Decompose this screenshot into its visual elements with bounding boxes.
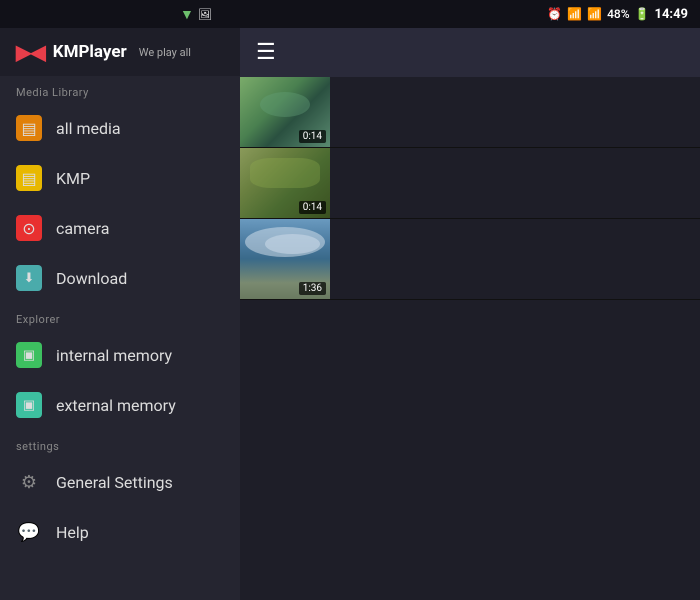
- sidebar-item-kmp[interactable]: ▤ KMP: [0, 153, 240, 203]
- video-item[interactable]: 1:36: [240, 219, 700, 300]
- download-icon: ⬇: [16, 265, 42, 291]
- internal-memory-icon: ▣: [16, 342, 42, 368]
- app-tagline: We play all: [139, 46, 191, 59]
- alarm-icon: ⏰: [547, 7, 562, 21]
- camera-label: camera: [56, 219, 224, 238]
- general-settings-icon: ⚙: [16, 469, 42, 495]
- sidebar-item-download[interactable]: ⬇ Download: [0, 253, 240, 303]
- wifi-icon: ▼: [180, 6, 194, 23]
- image-icon: 🖼: [198, 8, 212, 21]
- sidebar-item-all-media[interactable]: ▤ all media: [0, 103, 240, 153]
- help-icon: 💬: [16, 519, 42, 545]
- kmp-icon: ▤: [16, 165, 42, 191]
- clock: 14:49: [655, 7, 689, 22]
- status-bar: ▼ 🖼 ⏰ 📶 📶 48% 🔋 14:49: [0, 0, 700, 28]
- internal-memory-label: internal memory: [56, 346, 224, 365]
- sidebar-item-camera[interactable]: ⊙ camera: [0, 203, 240, 253]
- sidebar-item-general-settings[interactable]: ⚙ General Settings: [0, 457, 240, 507]
- all-media-label: all media: [56, 119, 224, 138]
- download-label: Download: [56, 269, 224, 288]
- help-label: Help: [56, 523, 224, 542]
- video-thumbnail: 0:14: [240, 77, 330, 147]
- status-left-icons: ▼ 🖼: [0, 6, 212, 23]
- settings-label: settings: [0, 430, 240, 457]
- hamburger-button[interactable]: ☰: [256, 40, 276, 65]
- sidebar-item-external-memory[interactable]: ▣ external memory: [0, 380, 240, 430]
- app-name: KMPlayer: [53, 42, 127, 62]
- sidebar: ▶◀ KMPlayer We play all Media Library ▤ …: [0, 28, 240, 600]
- wifi-signal-icon: 📶: [567, 7, 582, 21]
- toolbar: ☰: [240, 28, 700, 77]
- video-item[interactable]: 0:14: [240, 148, 700, 219]
- logo-icon: ▶◀: [16, 40, 45, 64]
- general-settings-label: General Settings: [56, 473, 224, 492]
- video-duration: 0:14: [299, 130, 326, 143]
- main-layout: ▶◀ KMPlayer We play all Media Library ▤ …: [0, 28, 700, 600]
- battery-percent: 48%: [607, 7, 629, 21]
- right-panel: ☰ 0:14 0:14 1:36: [240, 28, 700, 600]
- all-media-icon: ▤: [16, 115, 42, 141]
- video-duration: 1:36: [299, 282, 326, 295]
- explorer-label: Explorer: [0, 303, 240, 330]
- external-memory-label: external memory: [56, 396, 224, 415]
- battery-icon: 🔋: [635, 7, 650, 21]
- cellular-icon: 📶: [587, 7, 602, 21]
- sidebar-item-help[interactable]: 💬 Help: [0, 507, 240, 557]
- video-list: 0:14 0:14 1:36: [240, 77, 700, 600]
- video-thumbnail: 1:36: [240, 219, 330, 299]
- video-item[interactable]: 0:14: [240, 77, 700, 148]
- external-memory-icon: ▣: [16, 392, 42, 418]
- media-library-label: Media Library: [0, 76, 240, 103]
- sidebar-item-internal-memory[interactable]: ▣ internal memory: [0, 330, 240, 380]
- app-header: ▶◀ KMPlayer We play all: [0, 28, 240, 76]
- camera-icon: ⊙: [16, 215, 42, 241]
- kmp-label: KMP: [56, 169, 224, 188]
- video-thumbnail: 0:14: [240, 148, 330, 218]
- video-duration: 0:14: [299, 201, 326, 214]
- status-right-icons: ⏰ 📶 📶 48% 🔋 14:49: [547, 7, 688, 22]
